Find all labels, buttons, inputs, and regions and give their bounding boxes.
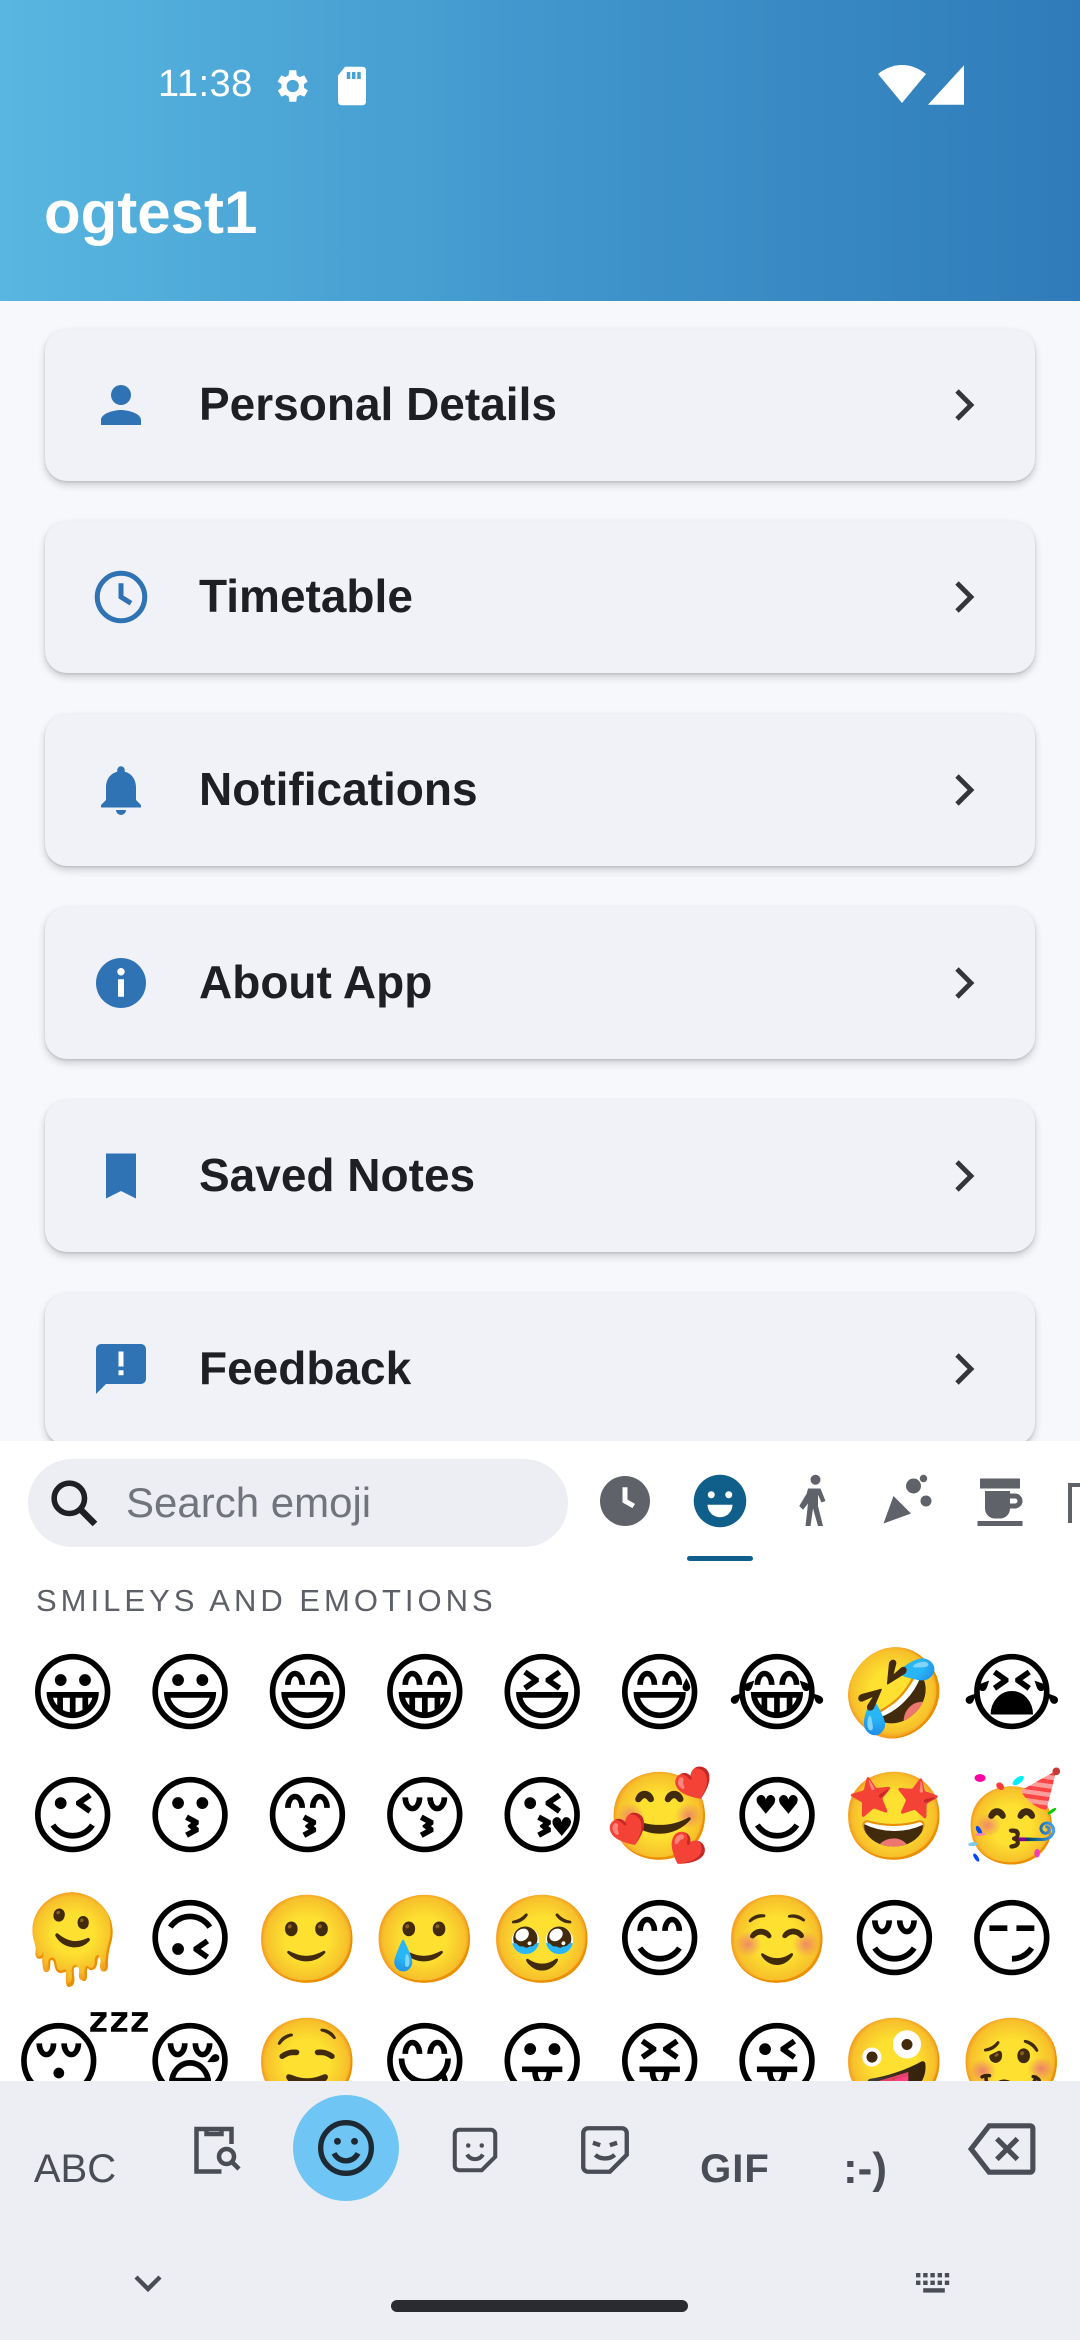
emoji[interactable]: ☺️ — [718, 1885, 835, 1995]
chevron-right-icon — [955, 967, 975, 999]
emoji-row: 😴😪 🤤 😋 😛 😝 😜 🤪 🥴 — [14, 2008, 1080, 2081]
search-icon — [51, 1480, 98, 1527]
menu-item-timetable[interactable]: Timetable — [45, 521, 1035, 673]
sticker-icon[interactable] — [448, 2123, 502, 2177]
food-drink-icon[interactable] — [970, 1471, 1030, 1531]
chevron-right-icon — [955, 1160, 975, 1192]
emoji[interactable]: 🤤 — [249, 2008, 366, 2081]
emoji[interactable]: 😆 — [484, 1639, 601, 1749]
selected-category-indicator — [687, 1556, 753, 1561]
clock-icon — [94, 570, 148, 624]
emoji[interactable]: 😭 — [953, 1639, 1070, 1749]
recent-icon[interactable] — [595, 1471, 655, 1531]
emoji[interactable]: 😃 — [131, 1639, 248, 1749]
clipboard-search-icon[interactable] — [184, 2119, 244, 2179]
emoji[interactable]: 🙂 — [249, 1885, 366, 1995]
emoji[interactable]: 😂 — [718, 1639, 835, 1749]
person-icon — [101, 385, 141, 425]
emoji[interactable]: 😏 — [953, 1885, 1070, 1995]
keyboard-icon[interactable] — [910, 2259, 958, 2307]
chevron-right-icon — [955, 1353, 975, 1385]
gif-button[interactable]: GIF — [690, 2139, 780, 2199]
emoji-grid: 😀 😃 😄 😁 😆 😅 😂 🤣 😭 😉 😗 😙 😚 😘 🥰 😍 🤩 🥳 🫠 🙃 🙂 🥲 🥹 😊 ☺️ 😌 😏 😴😪 🤤 😋 😛 😝 😜 🤪 🥴 — [14, 1639, 1080, 2081]
status-time: 11:38 — [158, 63, 253, 105]
chevron-right-icon — [955, 581, 975, 613]
menu-list: Personal Details Timetable Notifications… — [0, 301, 1080, 1441]
emoji[interactable]: 🥴 — [953, 2008, 1070, 2081]
section-title: SMILEYS AND EMOTIONS — [36, 1583, 497, 1618]
emoji[interactable]: 😅 — [601, 1639, 718, 1749]
emoji[interactable]: 🙃 — [131, 1885, 248, 1995]
emoji[interactable]: 😊 — [601, 1885, 718, 1995]
abc-button[interactable]: ABC — [30, 2139, 120, 2199]
status-bar: 11:38 — [0, 55, 1080, 115]
emoji[interactable]: 😀 — [14, 1639, 131, 1749]
menu-item-personal-details[interactable]: Personal Details — [45, 329, 1035, 481]
emoji-icon[interactable] — [314, 2116, 378, 2180]
gesture-nav-handle[interactable] — [391, 2300, 688, 2312]
emoji[interactable]: 😋 — [366, 2008, 483, 2081]
emoji[interactable]: 😪 — [131, 2008, 248, 2081]
bookmark-icon — [106, 1153, 136, 1199]
emoji[interactable]: 🤪 — [836, 2008, 953, 2081]
app-title: ogtest1 — [44, 179, 258, 246]
chevron-right-icon — [955, 389, 975, 421]
emoji[interactable]: 🥹 — [484, 1885, 601, 1995]
menu-item-label: Saved Notes — [199, 1149, 476, 1201]
smiley-icon[interactable] — [690, 1471, 750, 1531]
chevron-right-icon — [955, 774, 975, 806]
emoji[interactable]: 🥰 — [601, 1762, 718, 1872]
emoji[interactable]: 😚 — [366, 1762, 483, 1872]
menu-item-notifications[interactable]: Notifications — [45, 714, 1035, 866]
emoji[interactable]: 😝 — [601, 2008, 718, 2081]
emoji[interactable]: 😙 — [249, 1762, 366, 1872]
emoticon-button[interactable]: :-) — [820, 2139, 910, 2199]
emoji-panel: Search emoji SMILEYS AND EMOTIONS 😀 😃 😄 😁 😆 😅… — [0, 1441, 1080, 2081]
emoji[interactable]: 😉 — [14, 1762, 131, 1872]
cellular-signal-icon — [928, 65, 964, 105]
emoji[interactable]: 😍 — [718, 1762, 835, 1872]
bell-icon — [101, 766, 141, 815]
celebration-icon[interactable] — [876, 1471, 936, 1531]
emoji[interactable]: 😜 — [718, 2008, 835, 2081]
keyboard-toolbar: ABC GIF :-) — [0, 2081, 1080, 2340]
settings-gear-icon — [277, 70, 308, 102]
emoji-row: 😀 😃 😄 😁 😆 😅 😂 🤣 😭 — [14, 1639, 1080, 1762]
menu-item-label: About App — [199, 956, 433, 1008]
feedback-icon — [96, 1344, 146, 1394]
emoji[interactable]: 😛 — [484, 2008, 601, 2081]
emoji[interactable]: 😴 — [14, 2008, 152, 2081]
bitmoji-icon[interactable] — [576, 2121, 634, 2179]
backspace-icon[interactable] — [966, 2117, 1038, 2181]
chevron-down-icon[interactable] — [124, 2259, 172, 2307]
emoji[interactable]: 😄 — [249, 1639, 366, 1749]
sd-card-icon — [338, 66, 366, 106]
menu-item-label: Feedback — [199, 1342, 412, 1394]
emoji-row: 🫠 🙃 🙂 🥲 🥹 😊 ☺️ 😌 😏 — [14, 1885, 1080, 2008]
emoji[interactable]: 🤩 — [836, 1762, 953, 1872]
people-activity-icon[interactable] — [783, 1471, 843, 1531]
emoji[interactable]: 😘 — [484, 1762, 601, 1872]
info-icon — [96, 958, 146, 1008]
emoji-row: 😉 😗 😙 😚 😘 🥰 😍 🤩 🥳 — [14, 1762, 1080, 1885]
emoji[interactable]: 🫠 — [14, 1885, 131, 1995]
emoji[interactable]: 😗 — [131, 1762, 248, 1872]
emoji[interactable]: 🥲 — [366, 1885, 483, 1995]
menu-item-label: Notifications — [199, 763, 478, 815]
menu-item-label: Personal Details — [199, 378, 557, 430]
wifi-icon — [878, 65, 926, 103]
menu-item-label: Timetable — [199, 570, 413, 622]
emoji[interactable]: 🤣 — [836, 1639, 953, 1749]
more-categories-icon[interactable] — [1068, 1483, 1080, 1523]
emoji-search-input[interactable]: Search emoji — [28, 1459, 568, 1547]
emoji[interactable]: 🥳 — [953, 1762, 1070, 1872]
menu-item-saved-notes[interactable]: Saved Notes — [45, 1100, 1035, 1252]
menu-item-feedback[interactable]: Feedback — [45, 1293, 1035, 1441]
menu-item-about-app[interactable]: About App — [45, 907, 1035, 1059]
search-placeholder: Search emoji — [126, 1479, 372, 1526]
app-bar: 11:38 ogtest1 — [0, 0, 1080, 301]
emoji[interactable]: 😌 — [836, 1885, 953, 1995]
emoji[interactable]: 😁 — [366, 1639, 483, 1749]
